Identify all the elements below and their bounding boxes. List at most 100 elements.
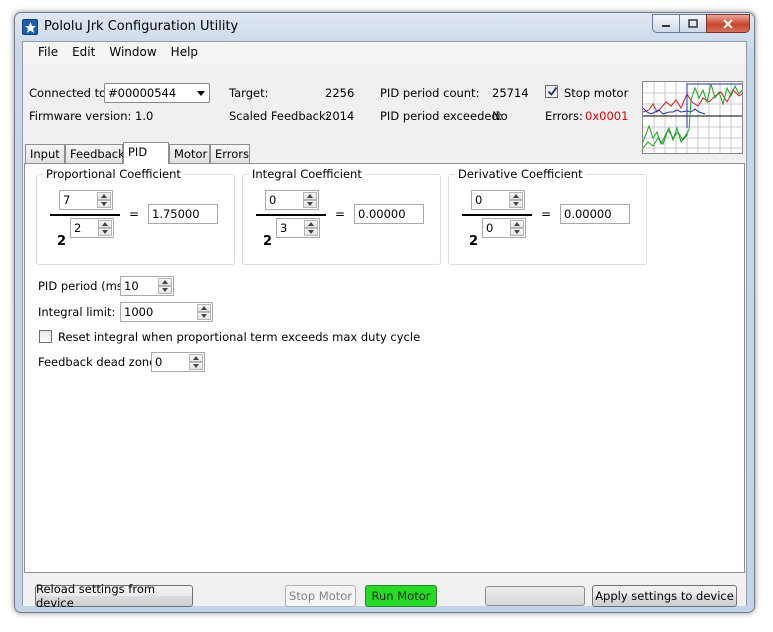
- scaled-feedback-label: Scaled Feedback:: [229, 109, 330, 123]
- proportional-numerator-input[interactable]: 7: [59, 190, 113, 210]
- checkmark-icon: [547, 86, 558, 96]
- tab-input[interactable]: Input: [25, 144, 65, 163]
- spin-up-icon[interactable]: [189, 354, 203, 362]
- minimize-icon: [662, 24, 670, 27]
- tab-errors[interactable]: Errors: [210, 144, 250, 163]
- close-button[interactable]: [706, 14, 750, 33]
- pid-period-input[interactable]: 10: [120, 276, 174, 296]
- spin-up-icon[interactable]: [158, 278, 172, 286]
- stop-motor-button[interactable]: Stop Motor: [285, 585, 356, 607]
- errors-label: Errors:: [545, 109, 583, 123]
- spin-down-icon[interactable]: [197, 312, 211, 320]
- derivative-exponent-value: 0: [486, 221, 494, 235]
- device-select-value: #00000544: [108, 86, 177, 100]
- equals-sign: =: [541, 207, 552, 221]
- pid-period-label: PID period (ms):: [38, 279, 132, 293]
- derivative-title: Derivative Coefficient: [455, 167, 586, 181]
- client-area: File Edit Window Help Connected to: #000…: [22, 41, 747, 610]
- fraction-bar: [462, 214, 532, 216]
- spin-down-icon[interactable]: [509, 200, 523, 208]
- reload-settings-button[interactable]: Reload settings from device: [35, 582, 193, 610]
- maximize-icon: [688, 19, 698, 28]
- spin-down-icon[interactable]: [189, 362, 203, 370]
- equals-sign: =: [129, 207, 140, 221]
- spin-down-icon[interactable]: [303, 200, 317, 208]
- integral-numerator-value: 0: [269, 193, 277, 207]
- tab-motor[interactable]: Motor: [169, 144, 210, 163]
- pololu-logo-icon: [22, 19, 38, 35]
- maximize-button[interactable]: [679, 14, 706, 33]
- spin-down-icon[interactable]: [98, 228, 112, 236]
- spin-up-icon[interactable]: [510, 220, 524, 228]
- apply-settings-button[interactable]: Apply settings to device: [592, 585, 737, 607]
- menu-help[interactable]: Help: [164, 42, 205, 64]
- app-window: Pololu Jrk Configuration Utility File Ed…: [14, 12, 755, 613]
- window-title: Pololu Jrk Configuration Utility: [44, 19, 239, 34]
- integral-result: 0.00000: [354, 204, 424, 224]
- derivative-numerator-value: 0: [475, 193, 483, 207]
- proportional-result: 1.75000: [148, 204, 218, 224]
- integral-exponent-value: 3: [280, 221, 288, 235]
- integral-limit-value: 1000: [124, 305, 154, 319]
- scaled-feedback-value: 2014: [325, 109, 355, 123]
- derivative-result: 0.00000: [560, 204, 630, 224]
- integral-result-value: 0.00000: [358, 207, 406, 221]
- stop-motor-checkbox[interactable]: [545, 85, 558, 98]
- spin-down-icon[interactable]: [158, 286, 172, 294]
- tab-feedback[interactable]: Feedback: [65, 144, 125, 163]
- pid-period-value: 10: [124, 279, 139, 293]
- pid-exceeded-label: PID period exceeded:: [380, 109, 503, 123]
- spin-down-icon[interactable]: [304, 228, 318, 236]
- proportional-exponent-value: 2: [74, 221, 82, 235]
- fraction-bar: [50, 214, 120, 216]
- spin-up-icon[interactable]: [509, 192, 523, 200]
- run-motor-button[interactable]: Run Motor: [365, 585, 437, 607]
- stop-motor-label: Stop motor: [564, 86, 629, 100]
- title-bar[interactable]: Pololu Jrk Configuration Utility: [15, 13, 754, 41]
- tab-pid[interactable]: PID: [123, 142, 169, 164]
- target-value: 2256: [325, 86, 355, 100]
- proportional-numerator-value: 7: [63, 193, 71, 207]
- close-icon: [723, 18, 733, 29]
- menu-edit[interactable]: Edit: [65, 42, 102, 64]
- menu-file[interactable]: File: [31, 42, 65, 64]
- spin-down-icon[interactable]: [510, 228, 524, 236]
- pid-count-label: PID period count:: [380, 86, 480, 100]
- integral-title: Integral Coefficient: [249, 167, 365, 181]
- device-select[interactable]: #00000544: [104, 83, 210, 103]
- dead-zone-input[interactable]: 0: [151, 352, 205, 372]
- reset-integral-checkbox[interactable]: [39, 330, 52, 343]
- dead-zone-value: 0: [155, 355, 163, 369]
- reset-integral-label: Reset integral when proportional term ex…: [58, 330, 421, 344]
- integral-coefficient-group: Integral Coefficient 0 2 3 = 0.00000: [242, 167, 441, 265]
- pid-exceeded-value: No: [492, 109, 508, 123]
- spin-up-icon[interactable]: [98, 220, 112, 228]
- firmware-version: Firmware version: 1.0: [29, 109, 154, 123]
- menu-window[interactable]: Window: [102, 42, 163, 64]
- pid-tab-page: Proportional Coefficient 7 2 2 = 1.75000: [24, 163, 745, 573]
- chevron-down-icon: [193, 84, 209, 102]
- progress-bar: [485, 586, 585, 606]
- equals-sign: =: [335, 207, 346, 221]
- integral-numerator-input[interactable]: 0: [265, 190, 319, 210]
- connected-label: Connected to:: [29, 86, 110, 100]
- base-two: 2: [57, 234, 67, 249]
- minimize-button[interactable]: [652, 14, 679, 33]
- spin-down-icon[interactable]: [97, 200, 111, 208]
- integral-exponent-input[interactable]: 3: [276, 218, 320, 238]
- derivative-numerator-input[interactable]: 0: [471, 190, 525, 210]
- proportional-exponent-input[interactable]: 2: [70, 218, 114, 238]
- pid-count-value: 25714: [492, 86, 529, 100]
- integral-limit-input[interactable]: 1000: [120, 302, 213, 322]
- target-label: Target:: [229, 86, 269, 100]
- spin-up-icon[interactable]: [97, 192, 111, 200]
- derivative-result-value: 0.00000: [564, 207, 612, 221]
- fraction-bar: [256, 214, 326, 216]
- integral-limit-label: Integral limit:: [38, 305, 116, 319]
- proportional-coefficient-group: Proportional Coefficient 7 2 2 = 1.75000: [36, 167, 235, 265]
- derivative-exponent-input[interactable]: 0: [482, 218, 526, 238]
- proportional-title: Proportional Coefficient: [43, 167, 184, 181]
- spin-up-icon[interactable]: [197, 304, 211, 312]
- spin-up-icon[interactable]: [304, 220, 318, 228]
- spin-up-icon[interactable]: [303, 192, 317, 200]
